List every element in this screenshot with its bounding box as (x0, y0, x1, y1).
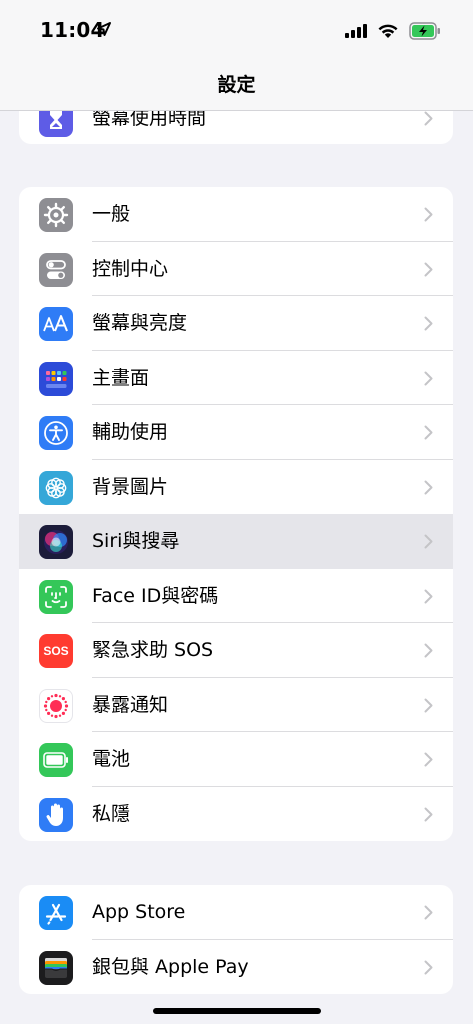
location-arrow-icon (97, 22, 111, 36)
hand-icon (39, 797, 73, 832)
settings-row-label: Siri與搜尋 (92, 530, 180, 552)
app-grid-icon (39, 361, 73, 396)
settings-row-label: 背景圖片 (92, 475, 169, 498)
battery-icon (39, 743, 73, 777)
status-bar: 11:04 (0, 0, 473, 62)
settings-row-display-brightness[interactable]: 螢幕與亮度 (19, 296, 453, 351)
chevron-right-icon (424, 425, 433, 440)
settings-row-label: 一般 (92, 203, 131, 225)
chevron-right-icon (424, 960, 433, 974)
settings-row-general[interactable]: 一般 (19, 187, 453, 242)
chevron-right-icon (424, 480, 433, 494)
settings-row-label: 暴露通知 (92, 693, 169, 716)
cellular-signal-icon (345, 24, 367, 38)
chevron-right-icon (424, 316, 433, 331)
settings-row-label: 銀包與 Apple Pay (92, 955, 249, 978)
status-time: 11:04 (40, 18, 105, 42)
chevron-right-icon (424, 752, 433, 767)
sos-icon: SOS (39, 634, 73, 668)
face-id-icon (39, 579, 73, 614)
toggles-icon (39, 252, 73, 287)
settings-row-label: 私隱 (92, 802, 131, 825)
settings-row-label: 輔助使用 (92, 421, 169, 443)
chevron-right-icon (424, 534, 433, 549)
settings-row-wallet-apple-pay[interactable]: 銀包與 Apple Pay (19, 940, 453, 995)
chevron-right-icon (424, 111, 433, 126)
settings-row-privacy[interactable]: 私隱 (19, 787, 453, 842)
home-indicator[interactable] (153, 1008, 321, 1014)
gear-icon (39, 198, 73, 232)
wifi-icon (378, 24, 398, 38)
settings-row-label: Face ID與密碼 (92, 584, 219, 607)
chevron-right-icon (424, 807, 433, 821)
wallet-icon (39, 950, 73, 985)
settings-row-control-center[interactable]: 控制中心 (19, 242, 453, 296)
chevron-right-icon (424, 207, 433, 222)
chevron-right-icon (424, 262, 433, 276)
settings-row-label: 螢幕與亮度 (92, 312, 188, 334)
battery-charging-icon (409, 22, 440, 40)
chevron-right-icon (424, 643, 433, 658)
chevron-right-icon (424, 905, 433, 920)
settings-row-label: App Store (92, 901, 186, 923)
settings-row-wallpaper[interactable]: 背景圖片 (19, 460, 453, 515)
settings-row-siri-search[interactable]: Siri與搜尋 (19, 514, 453, 569)
chevron-right-icon (424, 589, 433, 603)
text-size-icon (39, 307, 73, 341)
settings-row-home-screen[interactable]: 主畫面 (19, 351, 453, 405)
exposure-icon (39, 688, 73, 723)
page-title: 設定 (217, 74, 256, 96)
settings-row-emergency-sos[interactable]: SOS 緊急求助 SOS (19, 623, 453, 678)
sos-icon-text: SOS (43, 644, 69, 658)
settings-row-app-store[interactable]: App Store (19, 885, 453, 940)
settings-group-store: App Store 銀包與 Apple Pay (19, 885, 453, 994)
settings-row-label: 控制中心 (92, 257, 169, 280)
accessibility-icon (39, 416, 73, 450)
settings-row-label: 主畫面 (92, 366, 150, 389)
settings-group-main: 一般 控制中心 螢幕與亮度 主畫面 輔助使用 背景圖片 Siri與搜尋 Face… (19, 187, 453, 841)
siri-icon (39, 525, 73, 559)
flower-icon (39, 470, 73, 505)
settings-row-label: 緊急求助 SOS (92, 639, 214, 661)
chevron-right-icon (424, 698, 433, 712)
app-store-icon (39, 896, 73, 930)
chevron-right-icon (424, 371, 433, 385)
settings-row-label: 電池 (92, 748, 131, 770)
settings-row-face-id-passcode[interactable]: Face ID與密碼 (19, 569, 453, 623)
settings-row-accessibility[interactable]: 輔助使用 (19, 405, 453, 460)
settings-row-battery[interactable]: 電池 (19, 732, 453, 787)
settings-row-exposure-notifications[interactable]: 暴露通知 (19, 678, 453, 732)
